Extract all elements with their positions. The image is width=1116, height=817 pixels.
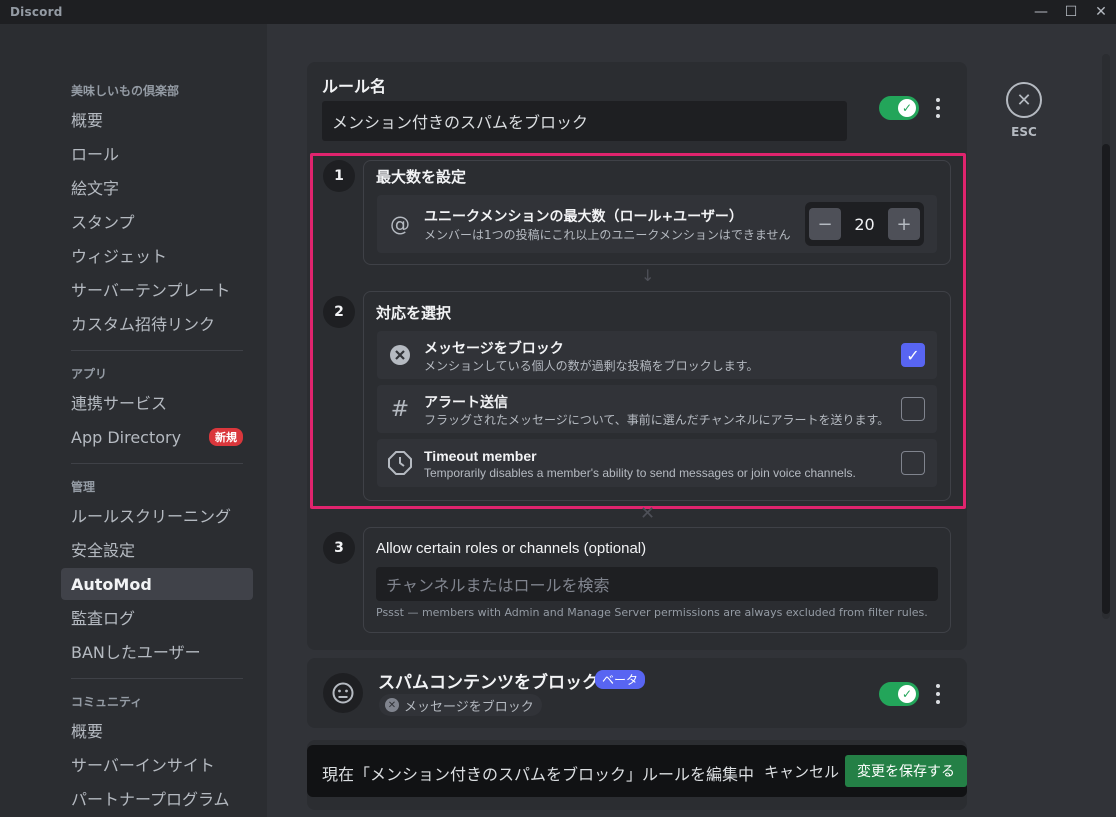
sidebar-item-vanity-url[interactable]: カスタム招待リンク [61,307,253,339]
spam-action-chip: ✕ メッセージをブロック [379,694,542,716]
sidebar-divider [71,463,243,464]
window-controls: — ☐ ✕ [1026,0,1116,24]
sidebar-header-server: 美味しいもの倶楽部 [71,84,180,98]
sidebar-item-widget[interactable]: ウィジェット [61,239,253,271]
sidebar-item-server-insights[interactable]: サーバーインサイト [61,748,253,780]
connector-x-icon: ✕ [640,503,656,524]
spam-rule-more-options-button[interactable] [934,684,942,704]
sidebar-item-stickers[interactable]: スタンプ [61,205,253,237]
sidebar-header-apps: アプリ [71,367,108,381]
spam-rule-toggle[interactable]: ✓ [879,682,919,706]
exempt-hint-text: Pssst — members with Admin and Manage Se… [376,606,928,619]
sidebar-item-server-template[interactable]: サーバーテンプレート [61,273,253,305]
sidebar-item-emoji[interactable]: 絵文字 [61,171,253,203]
title-bar: Discord — ☐ ✕ [0,0,1116,24]
maximize-button[interactable]: ☐ [1056,0,1086,24]
spam-rule-title: スパムコンテンツをブロック [378,673,599,693]
check-icon: ✓ [898,685,916,703]
sidebar-item-app-directory[interactable]: App Directory 新規 [61,421,253,453]
role-channel-search-input[interactable]: チャンネルまたはロールを検索 [376,567,938,601]
cancel-button[interactable]: キャンセル [764,761,839,782]
new-badge: 新規 [209,428,243,446]
sidebar-item-bans[interactable]: BANしたユーザー [61,635,253,667]
rule-more-options-button[interactable] [934,98,942,118]
sidebar-item-partner-program[interactable]: パートナープログラム [61,782,253,814]
sidebar-item-rules-screening[interactable]: ルールスクリーニング [61,499,253,531]
sidebar-header-community: コミュニティ [71,695,143,709]
sidebar-item-audit-log[interactable]: 監査ログ [61,601,253,633]
sidebar-item-label: App Directory [71,427,182,447]
sidebar-item-overview[interactable]: 概要 [61,103,253,135]
highlight-annotation [310,153,966,509]
sidebar-item-safety-settings[interactable]: 安全設定 [61,533,253,565]
close-settings-button[interactable]: ✕ [1006,82,1042,118]
rule-name-input[interactable]: メンション付きのスパムをブロック [322,101,847,141]
sidebar-header-moderation: 管理 [71,480,96,494]
unsaved-changes-message: 現在「メンション付きのスパムをブロック」ルールを編集中 [322,765,755,784]
sidebar-item-community-overview[interactable]: 概要 [61,714,253,746]
save-changes-button[interactable]: 変更を保存する [845,755,967,787]
rule-name-label: ルール名 [322,77,387,96]
step-3-title: Allow certain roles or channels (optiona… [376,540,647,557]
window-close-button[interactable]: ✕ [1086,0,1116,24]
chip-label: メッセージをブロック [404,699,534,715]
close-icon: ✕ [1016,89,1032,111]
beta-badge: ベータ [595,670,646,689]
app-name: Discord [10,5,63,19]
sidebar-item-integrations[interactable]: 連携サービス [61,386,253,418]
sidebar-divider [71,678,243,679]
scrollbar-thumb[interactable] [1102,144,1110,614]
minimize-button[interactable]: — [1026,0,1056,24]
sidebar-divider [71,350,243,351]
sidebar-item-automod[interactable]: AutoMod [61,568,253,600]
esc-label: ESC [1011,125,1037,139]
spam-face-icon [323,673,363,713]
rule-enabled-toggle[interactable]: ✓ [879,96,919,120]
block-x-icon: ✕ [385,698,399,712]
sidebar-item-roles[interactable]: ロール [61,137,253,169]
step-3-number: 3 [323,532,355,564]
check-icon: ✓ [898,99,916,117]
